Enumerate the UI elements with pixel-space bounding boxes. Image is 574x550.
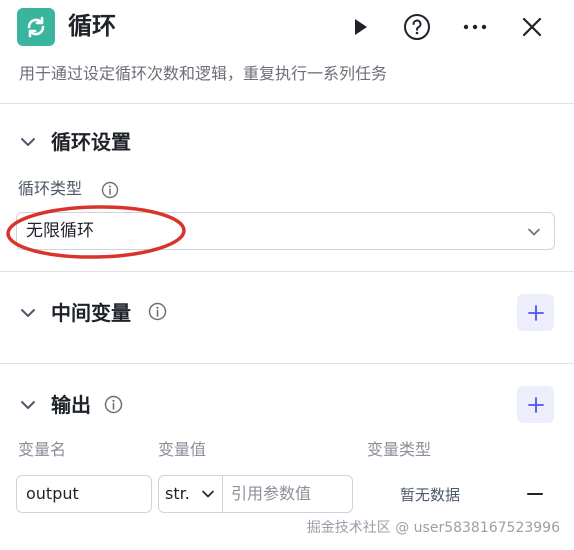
node-title: 循环 (68, 12, 116, 40)
more-icon (463, 24, 487, 30)
loop-settings-title: 循环设置 (51, 130, 131, 154)
var-type-empty: 暂无数据 (400, 486, 461, 504)
node-description: 用于通过设定循环次数和逻辑，重复执行一系列任务 (19, 64, 388, 83)
output-title: 输出 (51, 393, 91, 417)
chevron-down-icon (202, 490, 214, 498)
remove-row-button[interactable] (524, 483, 546, 505)
loop-type-select[interactable]: 无限循环 (16, 212, 555, 250)
plus-icon (527, 396, 544, 413)
add-intermediate-var-button[interactable] (517, 294, 554, 331)
info-icon[interactable] (101, 181, 119, 199)
col-header-var-name: 变量名 (18, 440, 67, 459)
divider (0, 103, 574, 104)
close-icon (522, 17, 542, 37)
play-icon (355, 19, 367, 35)
close-button[interactable] (517, 12, 547, 42)
output-value-group: str. 引用参数值 (158, 475, 353, 513)
plus-icon (527, 304, 544, 321)
chevron-down-icon (21, 401, 35, 409)
info-icon[interactable] (104, 395, 123, 414)
loop-settings-header[interactable]: 循环设置 (0, 124, 574, 164)
intermediate-vars-header[interactable]: 中间变量 (0, 295, 574, 335)
col-header-var-value: 变量值 (158, 440, 207, 459)
watermark: 掘金技术社区 @ user5838167523996 (306, 520, 560, 536)
chevron-down-icon (528, 228, 540, 236)
output-name-input[interactable]: output (16, 475, 152, 513)
help-icon (404, 14, 430, 40)
help-button[interactable] (402, 12, 432, 42)
col-header-var-type: 变量类型 (367, 440, 432, 459)
divider (0, 271, 574, 272)
more-button[interactable] (460, 12, 490, 42)
add-output-button[interactable] (517, 386, 554, 423)
run-button[interactable] (345, 12, 375, 42)
chevron-down-icon (21, 309, 35, 317)
value-type-select[interactable]: str. (159, 476, 223, 512)
reference-value-input[interactable]: 引用参数值 (224, 476, 352, 512)
loop-icon (17, 8, 55, 46)
intermediate-vars-title: 中间变量 (51, 301, 131, 325)
loop-type-label: 循环类型 (18, 179, 83, 198)
output-header[interactable]: 输出 (0, 387, 574, 427)
info-icon[interactable] (148, 302, 167, 321)
loop-type-value: 无限循环 (26, 221, 94, 241)
node-header: 循环 (0, 0, 574, 54)
value-type-text: str. (165, 484, 190, 503)
chevron-down-icon (21, 138, 35, 146)
divider (0, 363, 574, 364)
